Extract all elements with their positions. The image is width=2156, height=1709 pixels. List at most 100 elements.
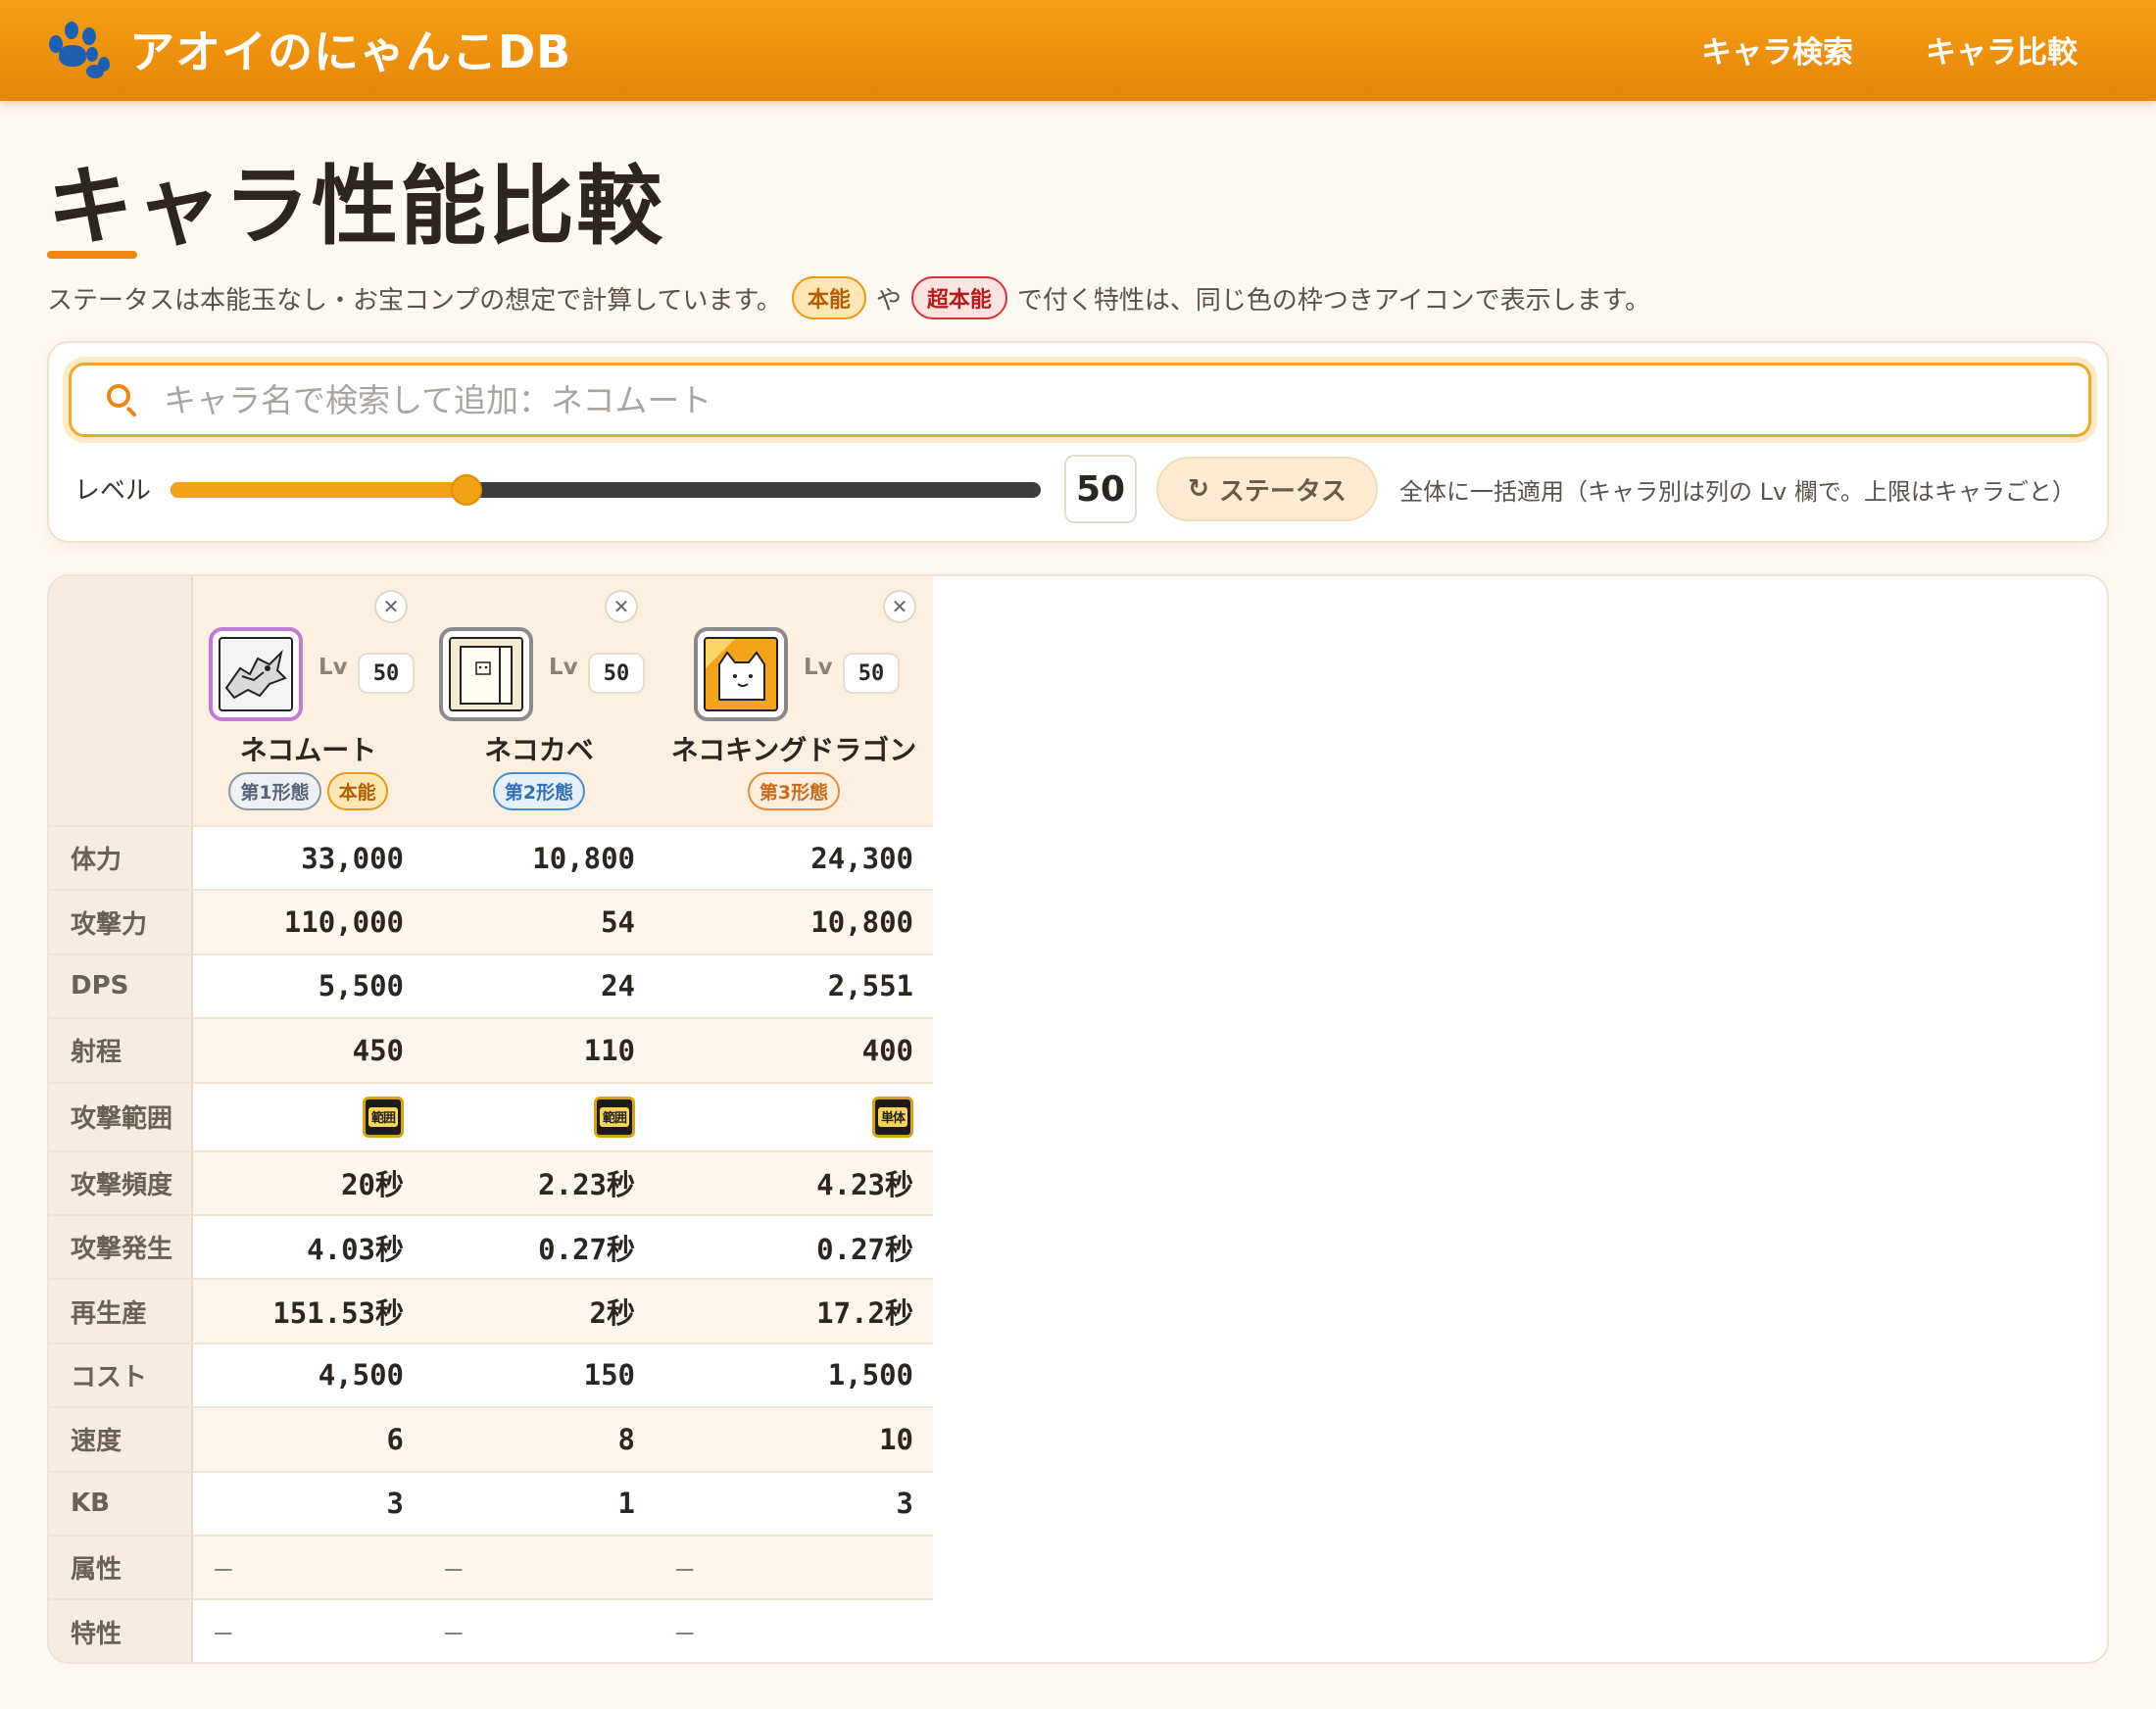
stat-value: 2,551 (655, 952, 933, 1019)
comparison-table-card: ✕ Lv 50 ネコムート 第1形態 本能 ✕ Lv 50 ネコカベ 第2形態 … (47, 574, 2109, 1664)
stat-value: 4,500 (192, 1342, 423, 1408)
remove-character-button[interactable]: ✕ (605, 590, 638, 623)
level-value-box[interactable]: 50 (1064, 455, 1137, 523)
stat-value: 54 (423, 889, 655, 954)
brand[interactable]: アオイのにゃんこDB (47, 20, 571, 78)
stat-value: 151.53秒 (192, 1278, 423, 1343)
lv-prefix: Lv (804, 655, 833, 680)
character-level-input[interactable]: 50 (843, 653, 900, 694)
stat-row-knockback: KB 3 1 3 (49, 1470, 933, 1536)
stat-value: 4.03秒 (192, 1213, 423, 1280)
lv-prefix: Lv (549, 655, 578, 680)
status-button-label: ステータス (1218, 476, 1347, 507)
attack-area-cell: 範囲 (192, 1081, 423, 1151)
stat-value: 1 (423, 1470, 655, 1536)
stat-value: 150 (423, 1342, 655, 1408)
stat-row-attack-frequency: 攻撃頻度 20秒 2.23秒 4.23秒 (49, 1149, 933, 1215)
nav-character-compare[interactable]: キャラ比較 (1926, 27, 2078, 72)
stat-label: 特性 (49, 1598, 193, 1662)
page-title: キャラ性能比較 (47, 156, 665, 257)
stat-value: 3 (655, 1470, 933, 1536)
stat-label: 攻撃力 (49, 889, 193, 954)
attack-area-cell: 単体 (655, 1081, 933, 1151)
stat-value: 1,500 (655, 1342, 933, 1408)
attack-area-label: 範囲 (368, 1106, 398, 1127)
character-thumbnail[interactable] (439, 627, 533, 721)
stat-row-range: 射程 450 110 400 (49, 1017, 933, 1083)
search-box[interactable] (69, 363, 2091, 437)
level-slider[interactable] (171, 474, 1041, 506)
note-mid: や (875, 285, 902, 316)
character-name: ネコキングドラゴン (670, 734, 917, 766)
area-attack-icon: 範囲 (363, 1096, 404, 1138)
stat-value: 33,000 (192, 824, 423, 891)
stat-label: DPS (49, 952, 193, 1019)
stat-value: 0.27秒 (655, 1213, 933, 1280)
single-target-icon: 単体 (872, 1096, 913, 1138)
stat-row-attribute: 属性 — — — (49, 1534, 933, 1600)
cho-honno-pill: 超本能 (910, 276, 1007, 319)
stat-label: 体力 (49, 824, 193, 891)
character-header-row: ✕ Lv 50 ネコムート 第1形態 本能 ✕ Lv 50 ネコカベ 第2形態 … (49, 576, 933, 826)
stat-label: コスト (49, 1342, 193, 1408)
character-level-input[interactable]: 50 (358, 653, 415, 694)
top-header: アオイのにゃんこDB キャラ検索 キャラ比較 (0, 0, 2156, 101)
title-underline (47, 251, 137, 259)
remove-character-button[interactable]: ✕ (883, 590, 916, 623)
stat-value: 20秒 (192, 1149, 423, 1215)
stat-row-attack-area: 攻撃範囲 範囲 範囲 単体 (49, 1081, 933, 1151)
status-button[interactable]: ↻ ステータス (1156, 457, 1378, 521)
stat-value: 110 (423, 1017, 655, 1083)
stat-label: 攻撃範囲 (49, 1081, 193, 1151)
stat-label: KB (49, 1470, 193, 1536)
stat-row-ability: 特性 — — — (49, 1598, 933, 1662)
stat-value: — (655, 1598, 933, 1662)
stat-value: 8 (423, 1406, 655, 1472)
character-thumbnail[interactable] (209, 627, 303, 721)
note-prefix: ステータスは本能玉なし・お宝コンプの想定で計算しています。 (47, 285, 782, 316)
character-search-input[interactable] (164, 380, 2026, 419)
character-column-3: ✕ Lv 50 ネコキングドラゴン 第3形態 (655, 576, 933, 826)
comparison-table: ✕ Lv 50 ネコムート 第1形態 本能 ✕ Lv 50 ネコカベ 第2形態 … (49, 576, 933, 1662)
character-name: ネコムート (239, 734, 377, 766)
stat-value: — (192, 1534, 423, 1600)
refresh-icon: ↻ (1188, 474, 1209, 504)
stat-value: 2秒 (423, 1278, 655, 1343)
stat-value: 10,800 (655, 889, 933, 954)
brand-title: アオイのにゃんこDB (129, 25, 572, 78)
stat-label: 射程 (49, 1017, 193, 1083)
stat-value: — (655, 1534, 933, 1600)
stat-value: — (423, 1598, 655, 1662)
stat-label: 攻撃発生 (49, 1213, 193, 1280)
character-thumbnail[interactable] (694, 627, 788, 721)
stat-value: — (423, 1534, 655, 1600)
stat-row-cost: コスト 4,500 150 1,500 (49, 1342, 933, 1408)
stat-value: 17.2秒 (655, 1278, 933, 1343)
character-level-input[interactable]: 50 (588, 653, 645, 694)
form-badge: 第2形態 (492, 772, 586, 810)
nav-character-search[interactable]: キャラ検索 (1701, 27, 1853, 72)
note-suffix: で付く特性は、同じ色の枠つきアイコンで表示します。 (1016, 285, 1650, 316)
stat-label: 速度 (49, 1406, 193, 1472)
stat-value: 24,300 (655, 824, 933, 891)
table-corner (49, 576, 193, 826)
control-card: レベル 50 ↻ ステータス 全体に一括適用（キャラ別は列の Lv 欄で。上限は… (47, 341, 2109, 543)
search-icon (105, 382, 140, 417)
remove-character-button[interactable]: ✕ (374, 590, 408, 623)
stat-value: 24 (423, 952, 655, 1019)
top-nav: キャラ検索 キャラ比較 (1701, 27, 2078, 72)
level-slider-fill (171, 482, 466, 498)
stat-row-attack-startup: 攻撃発生 4.03秒 0.27秒 0.27秒 (49, 1213, 933, 1280)
paw-icon (47, 20, 112, 78)
stat-value: 0.27秒 (423, 1213, 655, 1280)
wall-cat-portrait-icon (449, 637, 523, 711)
character-column-1: ✕ Lv 50 ネコムート 第1形態 本能 (192, 576, 423, 826)
stat-value: 110,000 (192, 889, 423, 954)
stat-label: 再生産 (49, 1278, 193, 1343)
level-slider-thumb[interactable] (450, 474, 482, 506)
form-badge: 第3形態 (747, 772, 841, 810)
apply-note: 全体に一括適用（キャラ別は列の Lv 欄で。上限はキャラごと） (1399, 478, 2076, 506)
stat-value: 5,500 (192, 952, 423, 1019)
attack-area-label: 範囲 (600, 1106, 629, 1127)
attack-area-label: 単体 (878, 1106, 907, 1127)
